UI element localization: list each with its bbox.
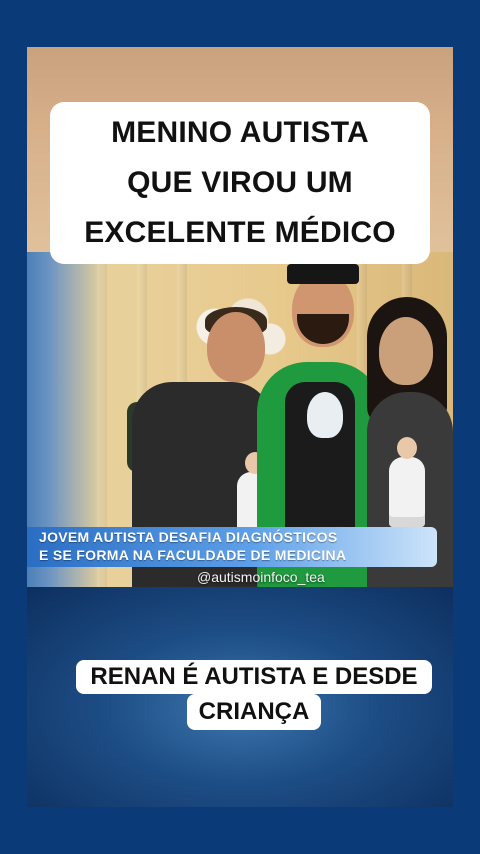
news-banner-line-1: JOVEM AUTISTA DESAFIA DIAGNÓSTICOS [39, 529, 338, 545]
title-card: MENINO AUTISTA QUE VIROU UM EXCELENTE MÉ… [50, 102, 430, 264]
title-line-1: MENINO AUTISTA [111, 116, 369, 149]
caption-line-2: CRIANÇA [198, 698, 310, 725]
news-lower-third: JOVEM AUTISTA DESAFIA DIAGNÓSTICOS E SE … [27, 527, 437, 567]
caption-line-1-box: RENAN É AUTISTA E DESDE [76, 660, 432, 694]
graduation-cap [287, 264, 359, 284]
caption-line-1: RENAN É AUTISTA E DESDE [90, 663, 418, 690]
title-line-2: QUE VIROU UM [127, 166, 353, 199]
title-line-3: EXCELENTE MÉDICO [84, 216, 396, 249]
caption-line-2-box: CRIANÇA [187, 694, 321, 730]
news-banner-line-2: E SE FORMA NA FACULDADE DE MEDICINA [39, 547, 347, 563]
watermark-handle: @autismoinfoco_tea [197, 569, 325, 585]
